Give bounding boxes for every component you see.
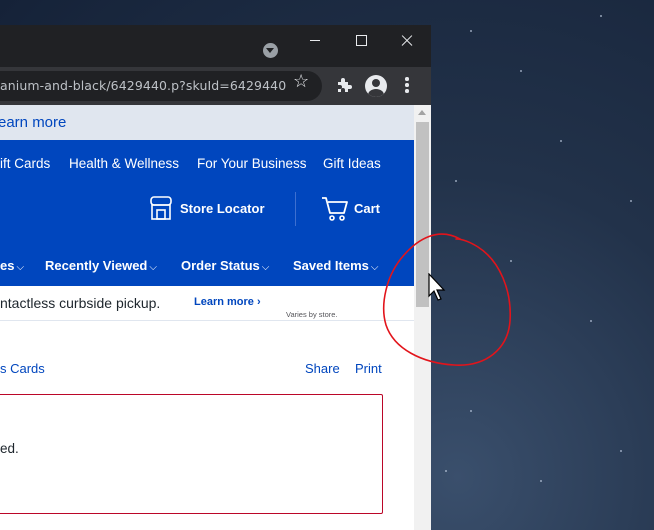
nav-gift-ideas[interactable]: Gift Ideas <box>323 156 381 171</box>
alert-text: ed. <box>0 441 19 456</box>
address-text[interactable]: anium-and-black/6429440.p?skuId=6429440 <box>0 78 286 93</box>
web-page: earn more ift Cards Health & Wellness Fo… <box>0 105 414 530</box>
red-circle-annotation <box>382 233 511 366</box>
header-divider <box>295 192 296 226</box>
nav-saved-items[interactable]: Saved Items ⌵ <box>293 258 378 273</box>
extensions-puzzle-icon[interactable] <box>335 76 353 94</box>
share-link[interactable]: Share <box>305 361 340 376</box>
nav-health-wellness[interactable]: Health & Wellness <box>69 156 179 171</box>
promo-note: Varies by store. <box>286 310 338 319</box>
store-locator-icon[interactable] <box>147 194 175 222</box>
profile-avatar-icon[interactable] <box>365 75 387 97</box>
promo-learn-more-link[interactable]: Learn more › <box>194 296 261 308</box>
nav-gift-cards[interactable]: ift Cards <box>0 156 50 171</box>
cart-label[interactable]: Cart <box>354 201 380 216</box>
mouse-cursor-icon <box>428 273 446 301</box>
chevron-down-icon: ⌵ <box>16 262 25 273</box>
nav-saved-items-label: Saved Items <box>293 258 369 273</box>
store-locator-label[interactable]: Store Locator <box>180 201 265 216</box>
nav-for-your-business[interactable]: For Your Business <box>197 156 307 171</box>
chevron-down-icon: ⌵ <box>261 262 270 273</box>
nav-order-status-label: Order Status <box>181 258 260 273</box>
close-button[interactable] <box>392 31 422 51</box>
breadcrumb[interactable]: s Cards <box>0 361 45 376</box>
title-bar <box>0 25 431 67</box>
nav-deals-label: es <box>0 258 15 273</box>
bookmark-star-icon[interactable]: ☆ <box>293 71 309 91</box>
browser-menu-icon[interactable] <box>405 77 409 93</box>
promo-text: ntactless curbside pickup. <box>0 295 161 311</box>
browser-window: anium-and-black/6429440.p?skuId=6429440 … <box>0 25 431 530</box>
nav-recently-viewed[interactable]: Recently Viewed ⌵ <box>45 258 157 273</box>
alert-box <box>0 394 383 514</box>
nav-recently-viewed-label: Recently Viewed <box>45 258 148 273</box>
browser-toolbar: anium-and-black/6429440.p?skuId=6429440 … <box>0 67 431 105</box>
scroll-up-arrow-icon[interactable] <box>418 110 426 115</box>
promo-banner: ntactless curbside pickup. Learn more › … <box>0 286 414 321</box>
nav-order-status[interactable]: Order Status ⌵ <box>181 258 269 273</box>
minimize-button[interactable] <box>300 31 330 51</box>
nav-deals[interactable]: es ⌵ <box>0 258 24 273</box>
learn-more-strip: earn more <box>0 105 414 140</box>
tab-search-icon[interactable] <box>263 43 278 58</box>
address-bar[interactable]: anium-and-black/6429440.p?skuId=6429440 <box>0 71 322 101</box>
learn-more-link[interactable]: earn more <box>0 114 66 131</box>
maximize-button[interactable] <box>346 31 376 51</box>
site-header: ift Cards Health & Wellness For Your Bus… <box>0 140 414 286</box>
cart-icon[interactable] <box>320 194 350 222</box>
chevron-down-icon: ⌵ <box>149 262 157 273</box>
